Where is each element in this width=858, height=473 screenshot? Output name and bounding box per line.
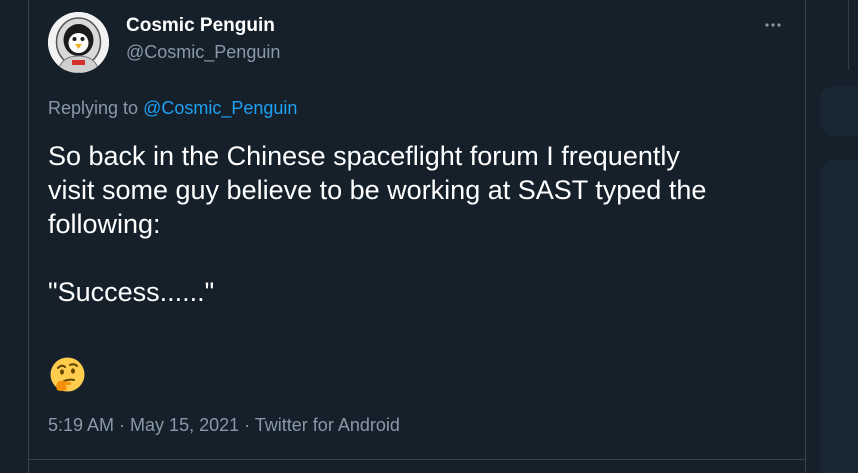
meta-separator: ·	[114, 415, 131, 435]
sidebar-divider	[848, 0, 849, 70]
sidebar-panel-top[interactable]	[820, 86, 858, 136]
author-handle[interactable]: @Cosmic_Penguin	[126, 42, 280, 63]
tweet-source[interactable]: Twitter for Android	[255, 415, 400, 435]
sidebar-panel[interactable]	[820, 160, 858, 473]
tweet-text: So back in the Chinese spaceflight forum…	[48, 141, 707, 307]
tweet-meta: 5:19 AM · May 15, 2021 · Twitter for And…	[48, 415, 400, 436]
tweet-date[interactable]: May 15, 2021	[130, 415, 239, 435]
more-options-button[interactable]	[760, 12, 786, 38]
author-display-name[interactable]: Cosmic Penguin	[126, 15, 275, 37]
tweet-time[interactable]: 5:19 AM	[48, 415, 114, 435]
right-sidebar	[806, 0, 858, 473]
more-horizontal-icon	[765, 23, 781, 27]
avatar[interactable]	[48, 12, 109, 73]
thinking-face-icon	[50, 357, 85, 392]
replying-to: Replying to @Cosmic_Penguin	[48, 98, 297, 119]
divider	[28, 459, 806, 460]
penguin-avatar-image	[48, 12, 109, 73]
replying-to-label: Replying to	[48, 98, 139, 118]
thinking-face-emoji	[49, 356, 86, 393]
tweet-page: Cosmic Penguin @Cosmic_Penguin Replying …	[0, 0, 858, 473]
reply-mention-link[interactable]: @Cosmic_Penguin	[143, 98, 297, 118]
meta-separator: ·	[239, 415, 255, 435]
